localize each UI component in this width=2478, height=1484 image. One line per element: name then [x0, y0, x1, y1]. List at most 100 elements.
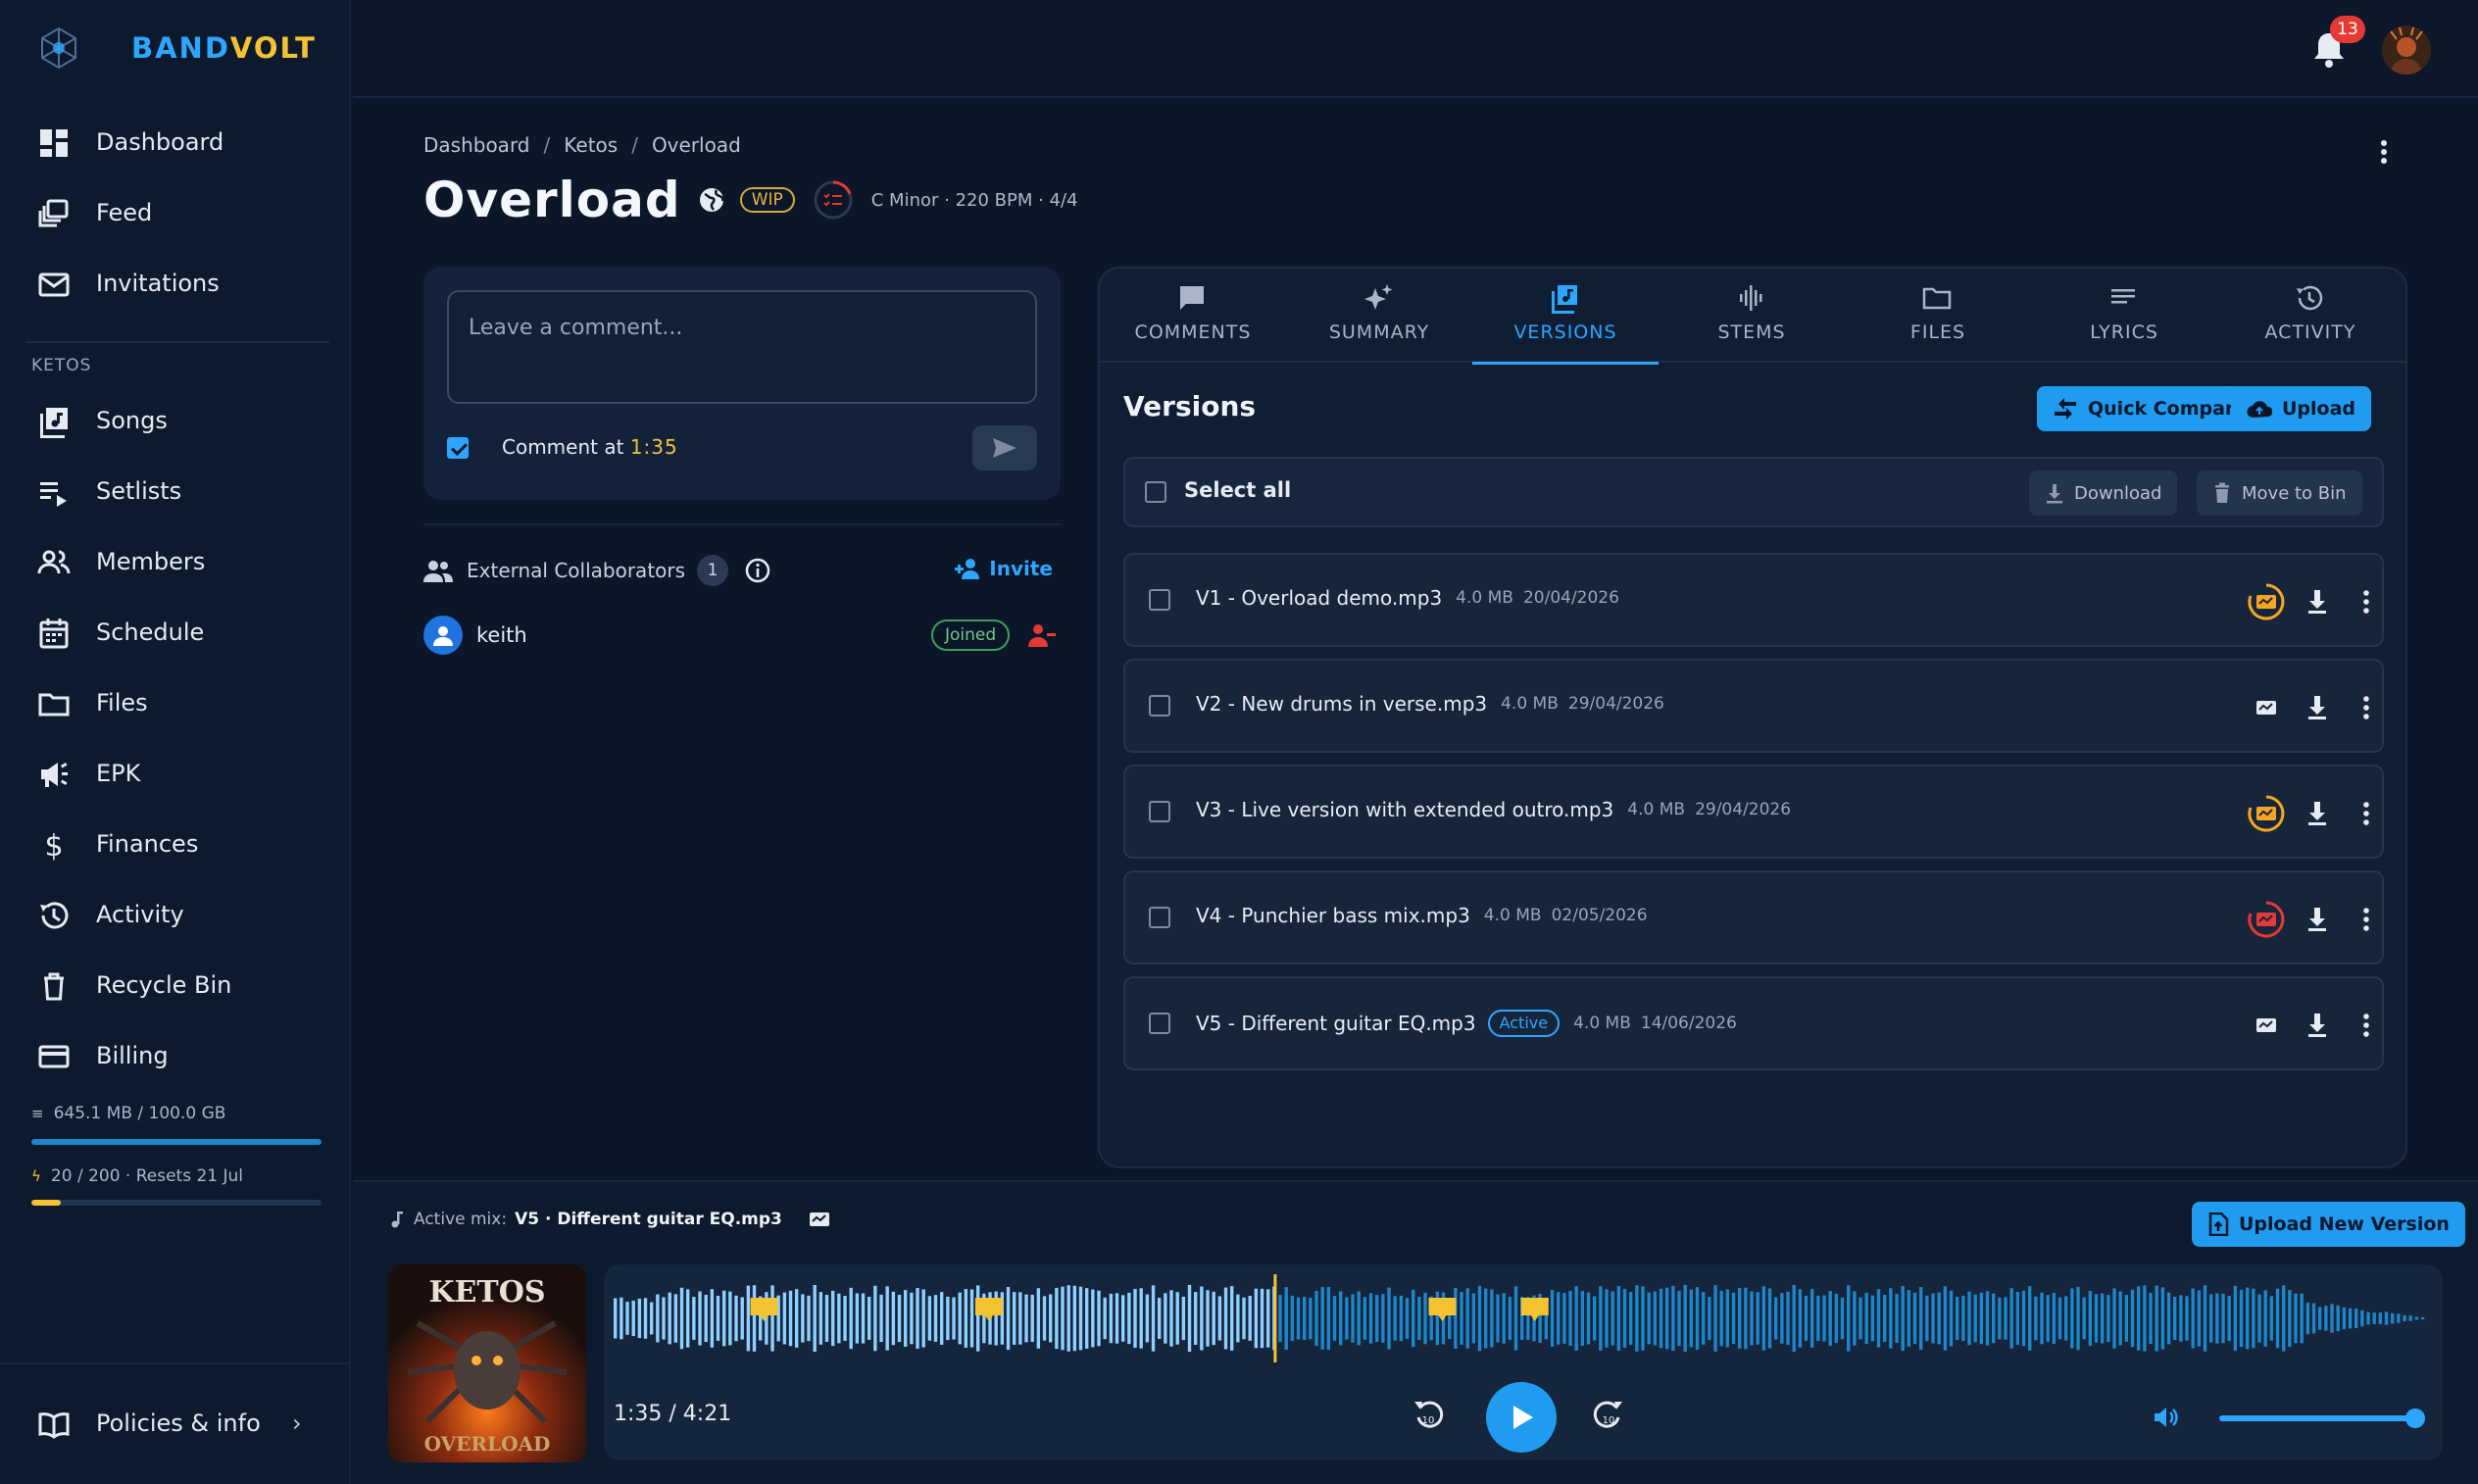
more-vert-icon[interactable] — [2347, 688, 2386, 727]
upload-button[interactable]: Upload — [2231, 386, 2372, 431]
waveform-bar — [662, 1297, 666, 1340]
invite-button[interactable]: Invite — [954, 557, 1053, 580]
select-all-checkbox[interactable] — [1145, 481, 1166, 503]
waveform-bar — [855, 1293, 860, 1344]
comment-at-checkbox[interactable] — [447, 437, 469, 459]
move-to-bin-button[interactable]: Move to Bin — [2197, 470, 2362, 516]
volume-icon[interactable] — [2151, 1404, 2178, 1431]
nav-policies[interactable]: Policies & info › — [0, 1396, 349, 1451]
waveform-bar — [2070, 1288, 2074, 1349]
send-button[interactable] — [972, 425, 1037, 470]
avatar-image-icon — [2382, 25, 2431, 74]
waveform-bar — [1822, 1295, 1826, 1342]
tab-comments[interactable]: COMMENTS — [1100, 269, 1286, 363]
nav-finances[interactable]: $ Finances — [0, 816, 349, 871]
more-vert-icon[interactable] — [2347, 900, 2386, 939]
version-row[interactable]: V4 - Punchier bass mix.mp3 4.0 MB 02/05/20… — [1123, 870, 2384, 965]
waveform-bar — [952, 1297, 956, 1340]
page-title: Overload — [423, 172, 681, 228]
compare-icon[interactable] — [2247, 900, 2286, 939]
nav-invitations[interactable]: Invitations — [0, 256, 349, 311]
status-badge[interactable]: WIP — [739, 187, 795, 213]
download-icon[interactable] — [2298, 582, 2337, 621]
nav-setlists[interactable]: Setlists — [0, 464, 349, 519]
nav-epk[interactable]: EPK — [0, 746, 349, 801]
nav-feed[interactable]: Feed — [0, 185, 349, 240]
nav-label: Policies & info — [96, 1410, 261, 1437]
nav-songs[interactable]: Songs — [0, 393, 349, 448]
waveform-bar — [1629, 1292, 1633, 1345]
tab-files[interactable]: FILES — [1845, 269, 2031, 363]
version-checkbox[interactable] — [1149, 695, 1170, 717]
more-vert-icon[interactable] — [2347, 794, 2386, 833]
brand[interactable]: BANDVOLT — [35, 22, 317, 74]
waveform[interactable] — [604, 1264, 2443, 1372]
waveform-bar — [1611, 1291, 1614, 1346]
version-row[interactable]: V1 - Overload demo.mp3 4.0 MB 20/04/2026 — [1123, 553, 2384, 647]
waveform-bar — [1290, 1295, 1295, 1342]
version-checkbox[interactable] — [1149, 907, 1170, 928]
waveform-bar — [1055, 1287, 1059, 1350]
nav-recycle-bin[interactable]: Recycle Bin — [0, 958, 349, 1013]
play-button[interactable] — [1486, 1382, 1557, 1453]
waveform-bar — [614, 1298, 618, 1339]
playhead — [1273, 1274, 1277, 1362]
breadcrumb-dashboard[interactable]: Dashboard — [423, 133, 530, 157]
compare-icon[interactable] — [2247, 688, 2286, 727]
download-icon[interactable] — [2298, 900, 2337, 939]
credits-usage: ϟ 20 / 200 · Resets 21 Jul — [31, 1166, 243, 1186]
compare-icon[interactable] — [2247, 794, 2286, 833]
version-checkbox[interactable] — [1149, 801, 1170, 822]
tab-summary[interactable]: SUMMARY — [1286, 269, 1472, 363]
nav-members[interactable]: Members — [0, 534, 349, 589]
version-checkbox[interactable] — [1149, 1013, 1170, 1034]
compare-icon[interactable] — [808, 1210, 831, 1229]
download-selected-button[interactable]: Download — [2029, 470, 2178, 516]
more-vert-icon[interactable] — [2374, 135, 2394, 169]
compare-icon[interactable] — [2247, 582, 2286, 621]
tab-stems[interactable]: STEMS — [1659, 269, 1845, 363]
progress-checklist-icon[interactable] — [813, 179, 854, 221]
download-icon[interactable] — [2298, 1006, 2337, 1045]
waveform-bar — [1798, 1289, 1803, 1348]
nav-activity[interactable]: Activity — [0, 887, 349, 942]
upload-new-version-button[interactable]: Upload New Version — [2192, 1202, 2465, 1247]
download-icon[interactable] — [2298, 688, 2337, 727]
volume-slider[interactable] — [2219, 1409, 2425, 1428]
waveform-bar — [1423, 1292, 1427, 1345]
quick-compare-button[interactable]: Quick Compare — [2037, 386, 2263, 431]
breadcrumb-ketos[interactable]: Ketos — [564, 133, 618, 157]
nav-schedule[interactable]: Schedule — [0, 605, 349, 660]
rewind-10-icon[interactable]: 10 — [1412, 1396, 1445, 1435]
waveform-bar — [2155, 1285, 2158, 1352]
nav-label: Setlists — [96, 477, 182, 505]
waveform-bar — [1357, 1291, 1361, 1346]
forward-10-icon[interactable]: 10 — [1592, 1396, 1625, 1435]
download-icon[interactable] — [2298, 794, 2337, 833]
more-vert-icon[interactable] — [2347, 582, 2386, 621]
version-checkbox[interactable] — [1149, 589, 1170, 611]
waveform-bar — [2112, 1288, 2116, 1349]
waveform-bar — [1454, 1288, 1458, 1349]
info-icon[interactable] — [744, 557, 771, 584]
version-row[interactable]: V5 - Different guitar EQ.mp3 Active 4.0 MB… — [1123, 976, 2384, 1070]
person-remove-icon[interactable] — [1027, 621, 1057, 649]
waveform-bar — [1121, 1295, 1125, 1342]
tab-versions[interactable]: VERSIONS — [1472, 269, 1659, 365]
more-vert-icon[interactable] — [2347, 1006, 2386, 1045]
notification-badge: 13 — [2330, 16, 2365, 43]
comment-input[interactable] — [447, 290, 1037, 404]
volume-knob[interactable] — [2405, 1409, 2425, 1428]
waveform-bar — [1042, 1296, 1047, 1341]
globe-icon[interactable] — [697, 185, 726, 215]
tab-lyrics[interactable]: LYRICS — [2031, 269, 2217, 363]
tab-activity[interactable]: ACTIVITY — [2217, 269, 2404, 363]
version-row[interactable]: V2 - New drums in verse.mp3 4.0 MB 29/04/2… — [1123, 659, 2384, 753]
waveform-bar — [1061, 1286, 1065, 1351]
version-row[interactable]: V3 - Live version with extended outro.mp… — [1123, 765, 2384, 859]
nav-billing[interactable]: Billing — [0, 1028, 349, 1083]
nav-dashboard[interactable]: Dashboard — [0, 115, 349, 170]
compare-icon[interactable] — [2247, 1006, 2286, 1045]
nav-files[interactable]: Files — [0, 675, 349, 730]
user-avatar[interactable] — [2382, 25, 2431, 74]
